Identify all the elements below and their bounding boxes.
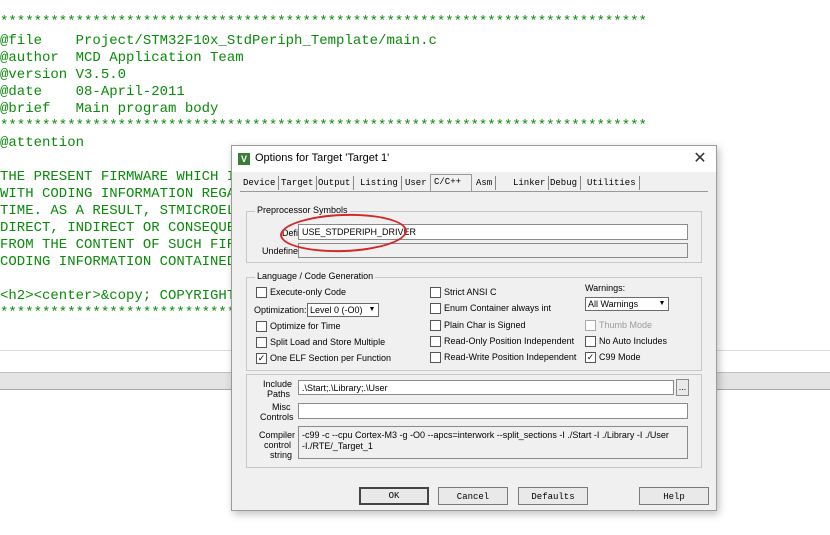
- tab-target[interactable]: Target: [278, 176, 318, 190]
- tab-debug[interactable]: Debug: [547, 176, 582, 190]
- enum-container-checkbox[interactable]: [430, 303, 441, 314]
- rw-pi-checkbox[interactable]: [430, 352, 441, 363]
- dialog-titlebar[interactable]: V Options for Target 'Target 1' ✕: [232, 146, 716, 172]
- misc-controls-label: Misc: [272, 402, 291, 412]
- split-load-checkbox[interactable]: [256, 337, 267, 348]
- code-line: TIME. AS A RESULT, STMICROEL: [0, 203, 236, 219]
- warnings-select[interactable]: All Warnings ▼: [585, 297, 669, 311]
- plain-char-label: Plain Char is Signed: [444, 320, 526, 330]
- code-line: FROM THE CONTENT OF SUCH FIR: [0, 237, 236, 253]
- optimization-value: Level 0 (-O0): [310, 305, 363, 315]
- undefine-label: Undefine:: [262, 246, 301, 256]
- rw-pi-label: Read-Write Position Independent: [444, 352, 577, 362]
- ok-button[interactable]: OK: [359, 487, 429, 505]
- include-paths-browse-button[interactable]: ...: [676, 379, 689, 396]
- help-button[interactable]: Help: [639, 487, 709, 505]
- optimization-label: Optimization:: [254, 305, 307, 315]
- code-line: <h2><center>&copy; COPYRIGHT: [0, 288, 236, 304]
- keil-app-icon: V: [238, 153, 250, 165]
- one-elf-label: One ELF Section per Function: [270, 353, 392, 363]
- optimize-time-label: Optimize for Time: [270, 321, 341, 331]
- thumb-mode-checkbox[interactable]: [585, 320, 596, 331]
- thumb-mode-label: Thumb Mode: [599, 320, 653, 330]
- no-auto-includes-checkbox[interactable]: [585, 336, 596, 347]
- tab-output[interactable]: Output: [315, 176, 355, 190]
- no-auto-includes-label: No Auto Includes: [599, 336, 668, 346]
- execute-only-checkbox[interactable]: [256, 287, 267, 298]
- defaults-button[interactable]: Defaults: [518, 487, 588, 505]
- tab-c-cpp[interactable]: C/C++: [430, 174, 472, 192]
- code-line: @author MCD Application Team: [0, 50, 244, 66]
- code-line: ****************************************…: [0, 118, 647, 134]
- compiler-string-label-2: control: [264, 440, 292, 450]
- code-line: CODING INFORMATION CONTAINED: [0, 254, 236, 270]
- options-dialog: V Options for Target 'Target 1' ✕ Device…: [231, 145, 717, 511]
- ro-pi-checkbox[interactable]: [430, 336, 441, 347]
- compiler-string-line: -I./RTE/_Target_1: [302, 441, 373, 451]
- code-line: THE PRESENT FIRMWARE WHICH I: [0, 169, 236, 185]
- code-line: WITH CODING INFORMATION REGA: [0, 186, 236, 202]
- compiler-string-label-3: string: [270, 450, 293, 460]
- dialog-title: Options for Target 'Target 1': [255, 152, 390, 164]
- warnings-label: Warnings:: [585, 283, 626, 293]
- tab-device[interactable]: Device: [240, 176, 280, 190]
- tab-asm[interactable]: Asm: [473, 176, 497, 190]
- include-paths-input[interactable]: .\Start;.\Library;.\User: [298, 380, 674, 395]
- compiler-control-string[interactable]: -c99 -c --cpu Cortex-M3 -g -O0 --apcs=in…: [298, 426, 688, 459]
- code-line: @brief Main program body: [0, 101, 219, 117]
- strict-ansi-checkbox[interactable]: [430, 287, 441, 298]
- split-load-label: Split Load and Store Multiple: [270, 337, 386, 347]
- code-line: @file Project/STM32F10x_StdPeriph_Templa…: [0, 33, 437, 49]
- tab-linker[interactable]: Linker: [510, 176, 550, 190]
- misc-controls-label-2: Controls: [260, 412, 294, 422]
- misc-controls-input[interactable]: [298, 403, 688, 419]
- include-paths-label: Include: [263, 379, 293, 389]
- cancel-button[interactable]: Cancel: [438, 487, 508, 505]
- tab-utilities[interactable]: Utilities: [584, 176, 640, 190]
- optimize-time-checkbox[interactable]: [256, 321, 267, 332]
- tab-user[interactable]: User: [402, 176, 431, 190]
- enum-container-label: Enum Container always int: [444, 303, 552, 313]
- strict-ansi-label: Strict ANSI C: [444, 287, 497, 297]
- chevron-down-icon: ▼: [368, 306, 376, 313]
- chevron-down-icon: ▼: [658, 300, 666, 307]
- language-group-label: Language / Code Generation: [255, 271, 376, 281]
- one-elf-checkbox[interactable]: ✓: [256, 353, 267, 364]
- close-button[interactable]: ✕: [690, 149, 710, 169]
- warnings-value: All Warnings: [588, 299, 639, 309]
- code-line: @version V3.5.0: [0, 67, 127, 83]
- compiler-string-label: Compiler: [259, 430, 296, 440]
- code-line: DIRECT, INDIRECT OR CONSEQUE: [0, 220, 236, 236]
- code-line: @date 08-April-2011: [0, 84, 185, 100]
- code-line: ****************************************…: [0, 14, 647, 30]
- c99-mode-checkbox[interactable]: ✓: [585, 352, 596, 363]
- c99-mode-label: C99 Mode: [599, 352, 641, 362]
- plain-char-checkbox[interactable]: [430, 320, 441, 331]
- include-paths-label-2: Paths: [267, 389, 291, 399]
- code-line: *****************************: [0, 305, 244, 321]
- optimization-select[interactable]: Level 0 (-O0) ▼: [307, 303, 379, 317]
- code-line: @attention: [0, 135, 85, 151]
- execute-only-label: Execute-only Code: [270, 287, 347, 297]
- ro-pi-label: Read-Only Position Independent: [444, 336, 575, 346]
- tab-listing[interactable]: Listing: [357, 176, 402, 190]
- tab-divider: [240, 191, 708, 192]
- compiler-string-line: -c99 -c --cpu Cortex-M3 -g -O0 --apcs=in…: [302, 430, 669, 440]
